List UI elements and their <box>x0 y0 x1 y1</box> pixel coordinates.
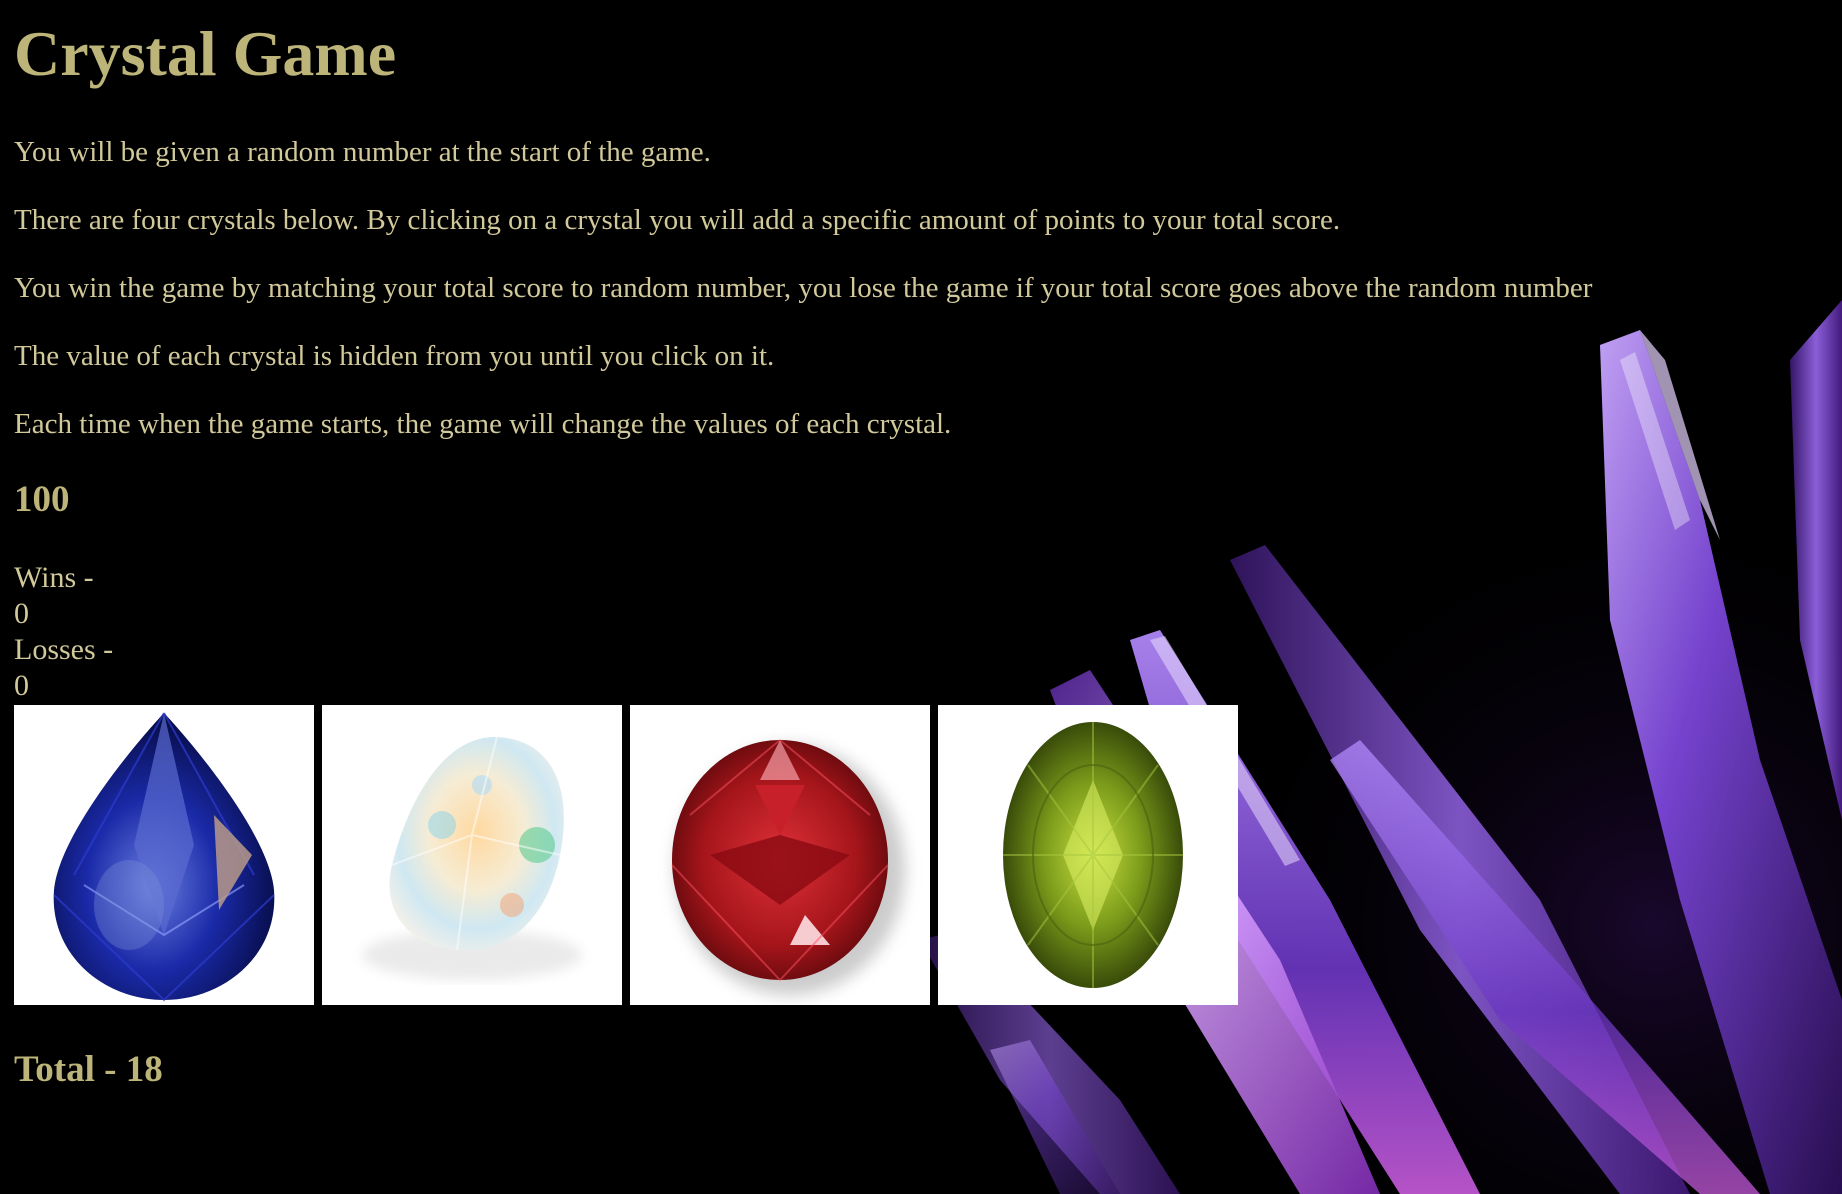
crystal-green-peridot[interactable] <box>938 705 1238 1005</box>
losses-label: Losses - <box>14 633 114 666</box>
wins-value: 0 <box>14 597 29 630</box>
losses-value: 0 <box>14 669 29 702</box>
instruction-5: Each time when the game starts, the game… <box>14 408 952 440</box>
crystal-blue-sapphire[interactable] <box>14 705 314 1005</box>
crystal-red-garnet[interactable] <box>630 705 930 1005</box>
instruction-4: The value of each crystal is hidden from… <box>14 340 775 372</box>
red-garnet-icon <box>671 739 905 995</box>
blue-sapphire-icon <box>53 712 275 1002</box>
total-score: Total - 18 <box>14 1049 163 1090</box>
purple-crystals-background <box>0 0 1842 1194</box>
crystal-opal[interactable] <box>322 705 622 1005</box>
page-title: Crystal Game <box>14 18 397 89</box>
instruction-1: You will be given a random number at the… <box>14 136 711 168</box>
instruction-2: There are four crystals below. By clicki… <box>14 204 1341 236</box>
random-number: 100 <box>14 479 70 520</box>
wins-label: Wins - <box>14 561 94 594</box>
instruction-3: You win the game by matching your total … <box>14 272 1593 304</box>
green-peridot-icon <box>1003 722 1183 988</box>
opal-icon <box>362 736 582 980</box>
